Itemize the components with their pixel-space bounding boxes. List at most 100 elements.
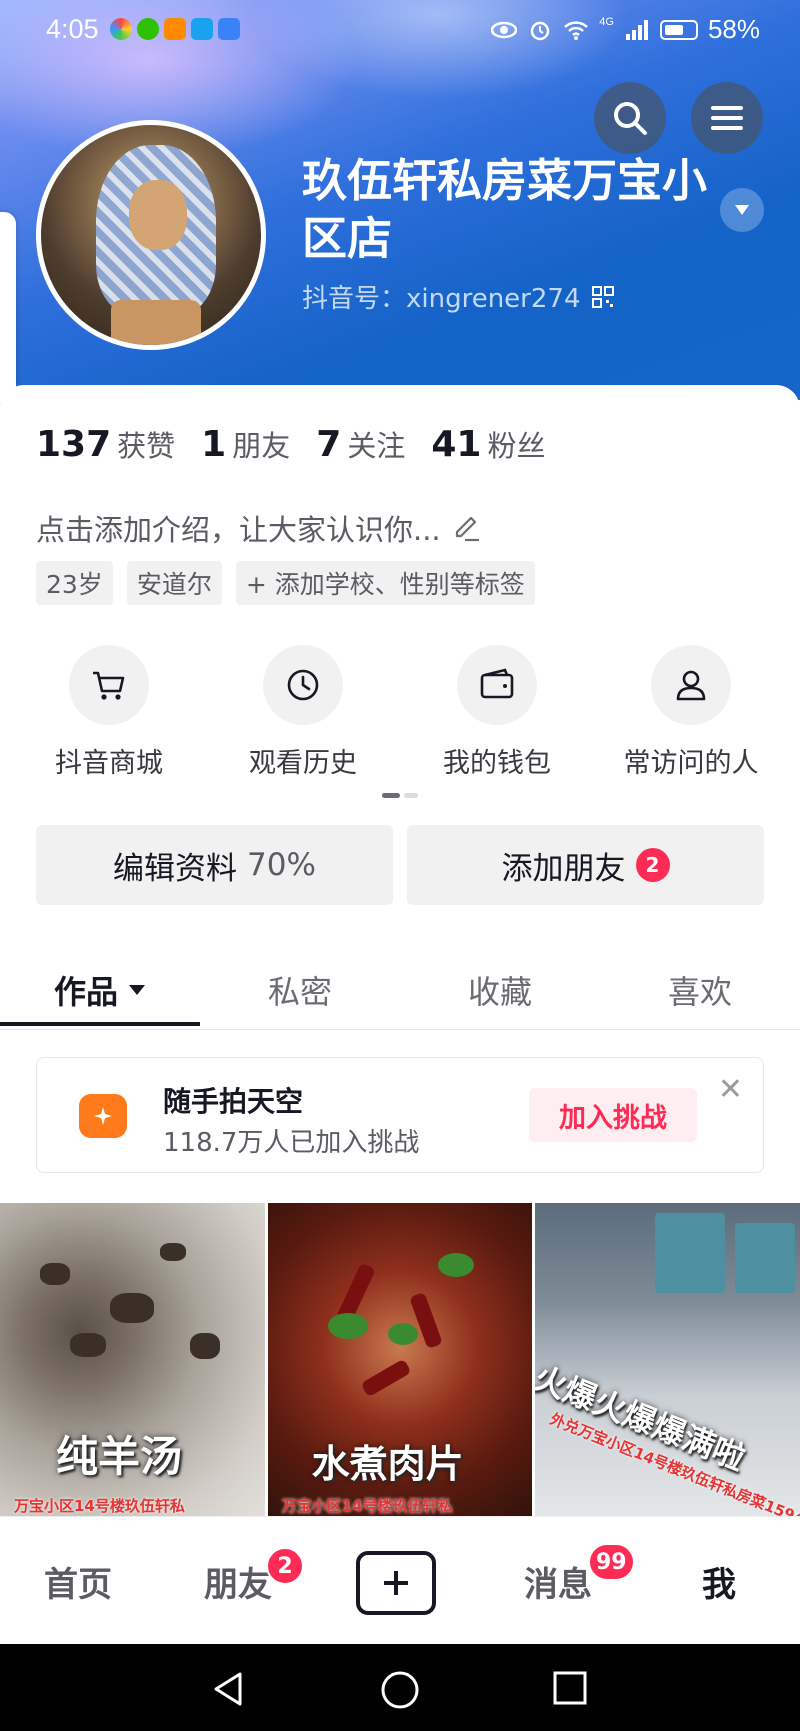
profile-card: 137 获赞 1 朋友 7 关注 41 粉丝 点击添加介绍，让大家认识你... … xyxy=(0,385,800,1525)
tab-works[interactable]: 作品 xyxy=(0,950,200,1029)
shortcut-label: 常访问的人 xyxy=(623,748,759,779)
side-drawer-handle[interactable] xyxy=(0,212,16,402)
bio-placeholder: 点击添加介绍，让大家认识你... xyxy=(36,513,441,547)
tab-likes[interactable]: 喜欢 xyxy=(600,950,800,1029)
food-detail xyxy=(360,1358,412,1398)
stat-friends[interactable]: 1 朋友 xyxy=(201,423,290,465)
food-detail xyxy=(327,1313,368,1339)
messages-badge: 99 xyxy=(588,1543,635,1581)
triangle-down-icon xyxy=(129,984,145,995)
video-thumbnail[interactable]: 火爆火爆爆满啦 外兑万宝小区14号楼玖伍轩私房菜15946 xyxy=(535,1203,800,1525)
douyin-id: 抖音号：xingrener274 xyxy=(302,278,615,315)
tab-private[interactable]: 私密 xyxy=(200,950,400,1029)
tab-label: 收藏 xyxy=(467,972,532,1011)
camera-plus-icon xyxy=(79,1094,127,1138)
avatar-dog-face xyxy=(129,180,187,250)
stat-number: 7 xyxy=(316,424,342,465)
network-type: 4G xyxy=(599,15,614,28)
stat-number: 137 xyxy=(36,424,112,465)
add-friend-badge: 2 xyxy=(635,848,670,882)
tab-label: 喜欢 xyxy=(667,972,732,1011)
nav-friends[interactable]: 朋友 xyxy=(204,1557,272,1606)
tab-label: 私密 xyxy=(267,972,332,1011)
bio-edit[interactable]: 点击添加介绍，让大家认识你... xyxy=(36,507,483,549)
food-detail xyxy=(190,1333,220,1359)
content-tabs: 作品 私密 收藏 喜欢 xyxy=(0,950,800,1030)
system-nav-bar xyxy=(0,1644,800,1731)
tag-age[interactable]: 23岁 xyxy=(36,561,113,605)
menu-button[interactable] xyxy=(691,82,763,154)
pager-dot-active xyxy=(382,793,400,798)
video-thumbnail[interactable]: 水煮肉片 万宝小区14号楼玖伍轩私 xyxy=(267,1203,533,1525)
wallet-icon xyxy=(457,645,537,725)
tag-location[interactable]: 安道尔 xyxy=(126,561,222,605)
shortcut-pager xyxy=(382,793,418,798)
bottom-nav: 首页 朋友 2 消息 99 我 xyxy=(0,1516,800,1644)
video-grid: 纯羊汤 万宝小区14号楼玖伍轩私 水煮肉片 万宝小区14号楼玖伍轩私 火爆火爆爆… xyxy=(0,1203,800,1525)
app-icon xyxy=(110,18,132,40)
avatar-dog-body xyxy=(111,300,201,345)
close-icon[interactable]: ✕ xyxy=(718,1072,743,1107)
food-detail xyxy=(40,1263,70,1285)
profile-tags: 23岁 安道尔 + 添加学校、性别等标签 xyxy=(36,561,535,605)
tab-favorites[interactable]: 收藏 xyxy=(400,950,600,1029)
shortcut-frequent-visitors[interactable]: 常访问的人 xyxy=(594,645,788,780)
battery-percent: 58% xyxy=(707,14,760,44)
create-button[interactable] xyxy=(356,1551,436,1615)
account-switch-button[interactable] xyxy=(720,188,764,232)
hamburger-icon xyxy=(711,106,743,130)
shortcut-label: 抖音商城 xyxy=(55,748,163,779)
shortcut-history[interactable]: 观看历史 xyxy=(206,645,400,780)
friends-badge: 2 xyxy=(266,1547,304,1585)
notification-icons xyxy=(110,18,240,40)
back-icon[interactable] xyxy=(210,1670,246,1708)
challenge-banner[interactable]: 随手拍天空 118.7万人已加入挑战 加入挑战 ✕ xyxy=(36,1057,764,1173)
status-right: 4G 58% xyxy=(491,14,760,45)
stat-following[interactable]: 7 关注 xyxy=(316,423,405,465)
add-tags-button[interactable]: + 添加学校、性别等标签 xyxy=(235,561,535,605)
food-detail xyxy=(110,1293,154,1323)
avatar[interactable] xyxy=(36,120,266,350)
eye-icon xyxy=(491,21,518,38)
stat-label: 朋友 xyxy=(232,429,291,463)
food-detail xyxy=(387,1323,418,1345)
plus-icon xyxy=(384,1571,408,1595)
nav-home[interactable]: 首页 xyxy=(44,1557,112,1606)
edit-profile-button[interactable]: 编辑资料 70% xyxy=(36,825,393,905)
wifi-icon xyxy=(564,20,589,40)
clock-icon xyxy=(263,645,343,725)
home-icon[interactable] xyxy=(380,1670,420,1710)
stat-number: 41 xyxy=(431,424,482,465)
search-icon xyxy=(614,102,647,135)
add-friend-button[interactable]: 添加朋友 2 xyxy=(407,825,764,905)
challenge-title: 随手拍天空 xyxy=(163,1085,304,1118)
action-row: 编辑资料 70% 添加朋友 2 xyxy=(36,825,764,905)
nav-me[interactable]: 我 xyxy=(702,1557,736,1606)
shortcut-mall[interactable]: 抖音商城 xyxy=(12,645,206,780)
qr-code-icon[interactable] xyxy=(591,285,615,309)
scene-detail xyxy=(655,1213,726,1293)
nav-messages[interactable]: 消息 xyxy=(524,1557,592,1606)
stat-label: 获赞 xyxy=(117,429,176,463)
recents-icon[interactable] xyxy=(552,1670,588,1706)
shortcut-wallet[interactable]: 我的钱包 xyxy=(400,645,594,780)
scene-detail xyxy=(735,1223,796,1293)
video-title: 纯羊汤 xyxy=(56,1432,183,1481)
stat-likes[interactable]: 137 获赞 xyxy=(36,423,175,465)
browser-app-icon xyxy=(218,18,240,40)
douyin-id-text: 抖音号：xingrener274 xyxy=(302,284,581,314)
search-button[interactable] xyxy=(594,82,666,154)
profile-completion: 70% xyxy=(247,847,316,883)
stat-label: 关注 xyxy=(347,429,406,463)
video-app-icon xyxy=(164,18,186,40)
shortcut-row: 抖音商城 观看历史 我的钱包 常访问的人 xyxy=(0,645,800,780)
alarm-icon xyxy=(531,21,550,40)
stat-followers[interactable]: 41 粉丝 xyxy=(431,423,545,465)
profile-header: 4:05 4G 58% 玖伍轩私房菜万宝小区店 抖音号：xingrener274 xyxy=(0,0,800,400)
cart-icon xyxy=(69,645,149,725)
video-caption: 万宝小区14号楼玖伍轩私 xyxy=(14,1497,185,1515)
stat-label: 粉丝 xyxy=(487,429,546,463)
join-challenge-button[interactable]: 加入挑战 xyxy=(529,1088,697,1142)
tab-label: 作品 xyxy=(53,972,118,1011)
video-thumbnail[interactable]: 纯羊汤 万宝小区14号楼玖伍轩私 xyxy=(0,1203,265,1525)
